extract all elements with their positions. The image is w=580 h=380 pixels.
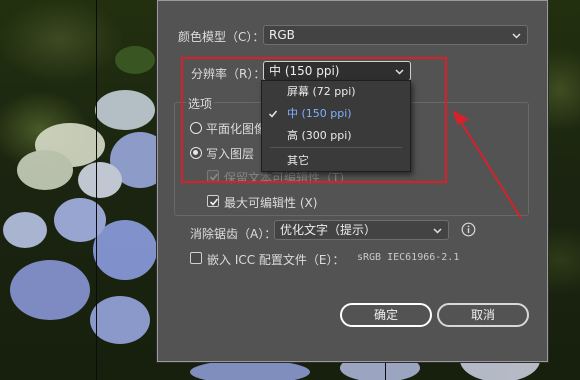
- annotation-arrow: [452, 110, 522, 219]
